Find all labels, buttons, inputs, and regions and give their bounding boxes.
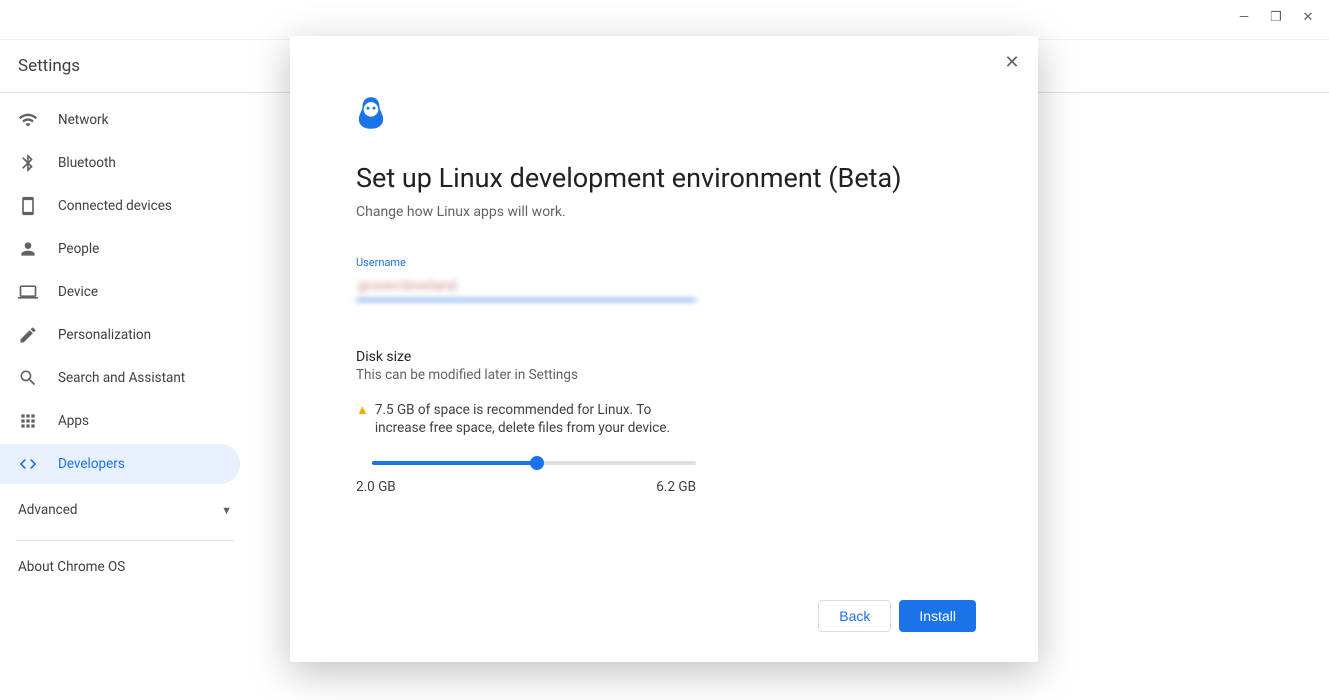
sidebar-divider	[16, 540, 234, 541]
tab-strip	[0, 0, 1329, 40]
sidebar-item-network[interactable]: Network	[0, 100, 240, 140]
slider-min-label: 2.0 GB	[356, 479, 396, 495]
dialog-subtitle: Change how Linux apps will work.	[356, 204, 972, 220]
close-window-icon[interactable]: ✕	[1301, 10, 1315, 24]
person-icon	[18, 239, 38, 259]
maximize-icon[interactable]: ❐	[1269, 10, 1283, 24]
minimize-icon[interactable]: —	[1237, 10, 1251, 24]
search-icon	[18, 368, 38, 388]
slider-thumb[interactable]	[530, 456, 544, 470]
sidebar-item-label: Network	[58, 112, 108, 128]
dialog-close-button[interactable]: ✕	[1000, 50, 1024, 74]
sidebar-item-label: Bluetooth	[58, 155, 116, 171]
sidebar-about-label: About Chrome OS	[18, 559, 125, 575]
laptop-icon	[18, 282, 38, 302]
back-button[interactable]: Back	[818, 600, 891, 632]
wifi-icon	[18, 110, 38, 130]
sidebar-item-bluetooth[interactable]: Bluetooth	[0, 143, 240, 183]
sidebar-item-label: Apps	[58, 413, 89, 429]
pencil-icon	[18, 325, 38, 345]
sidebar-item-device[interactable]: Device	[0, 272, 240, 312]
sidebar-item-label: Search and Assistant	[58, 370, 185, 386]
devices-icon	[18, 196, 38, 216]
sidebar-item-apps[interactable]: Apps	[0, 401, 240, 441]
slider-max-label: 6.2 GB	[656, 479, 696, 495]
settings-sidebar: Network Bluetooth Connected devices Peop…	[0, 93, 250, 585]
sidebar-item-label: People	[58, 241, 99, 257]
penguin-icon	[356, 96, 386, 130]
disk-size-label: Disk size	[356, 349, 972, 365]
sidebar-about[interactable]: About Chrome OS	[0, 549, 250, 585]
disk-size-slider[interactable]	[372, 461, 696, 465]
code-icon	[18, 454, 38, 474]
close-icon: ✕	[1004, 52, 1019, 73]
install-button[interactable]: Install	[899, 600, 976, 632]
sidebar-item-personalization[interactable]: Personalization	[0, 315, 240, 355]
slider-fill	[372, 461, 537, 465]
sidebar-item-developers[interactable]: Developers	[0, 444, 240, 484]
dialog-actions: Back Install	[818, 600, 976, 632]
dialog-title: Set up Linux development environment (Be…	[356, 162, 972, 194]
sidebar-item-label: Developers	[58, 456, 125, 472]
window-controls: — ❐ ✕	[1223, 0, 1329, 34]
bluetooth-icon	[18, 153, 38, 173]
sidebar-advanced-label: Advanced	[18, 502, 78, 518]
sidebar-item-label: Device	[58, 284, 98, 300]
sidebar-item-label: Connected devices	[58, 198, 172, 214]
linux-setup-dialog: ✕ Set up Linux development environment (…	[290, 36, 1038, 662]
sidebar-item-label: Personalization	[58, 327, 151, 343]
sidebar-item-people[interactable]: People	[0, 229, 240, 269]
username-label: Username	[356, 256, 972, 269]
apps-icon	[18, 411, 38, 431]
page-title: Settings	[18, 56, 80, 76]
disk-warning: ▲ 7.5 GB of space is recommended for Lin…	[356, 401, 696, 437]
sidebar-advanced-toggle[interactable]: Advanced ▼	[0, 490, 250, 530]
chevron-down-icon: ▼	[221, 504, 232, 517]
warning-icon: ▲	[356, 402, 369, 437]
username-input[interactable]	[356, 271, 696, 301]
disk-size-sublabel: This can be modified later in Settings	[356, 367, 972, 383]
sidebar-item-search-assistant[interactable]: Search and Assistant	[0, 358, 240, 398]
disk-warning-text: 7.5 GB of space is recommended for Linux…	[375, 401, 696, 437]
sidebar-item-connected-devices[interactable]: Connected devices	[0, 186, 240, 226]
